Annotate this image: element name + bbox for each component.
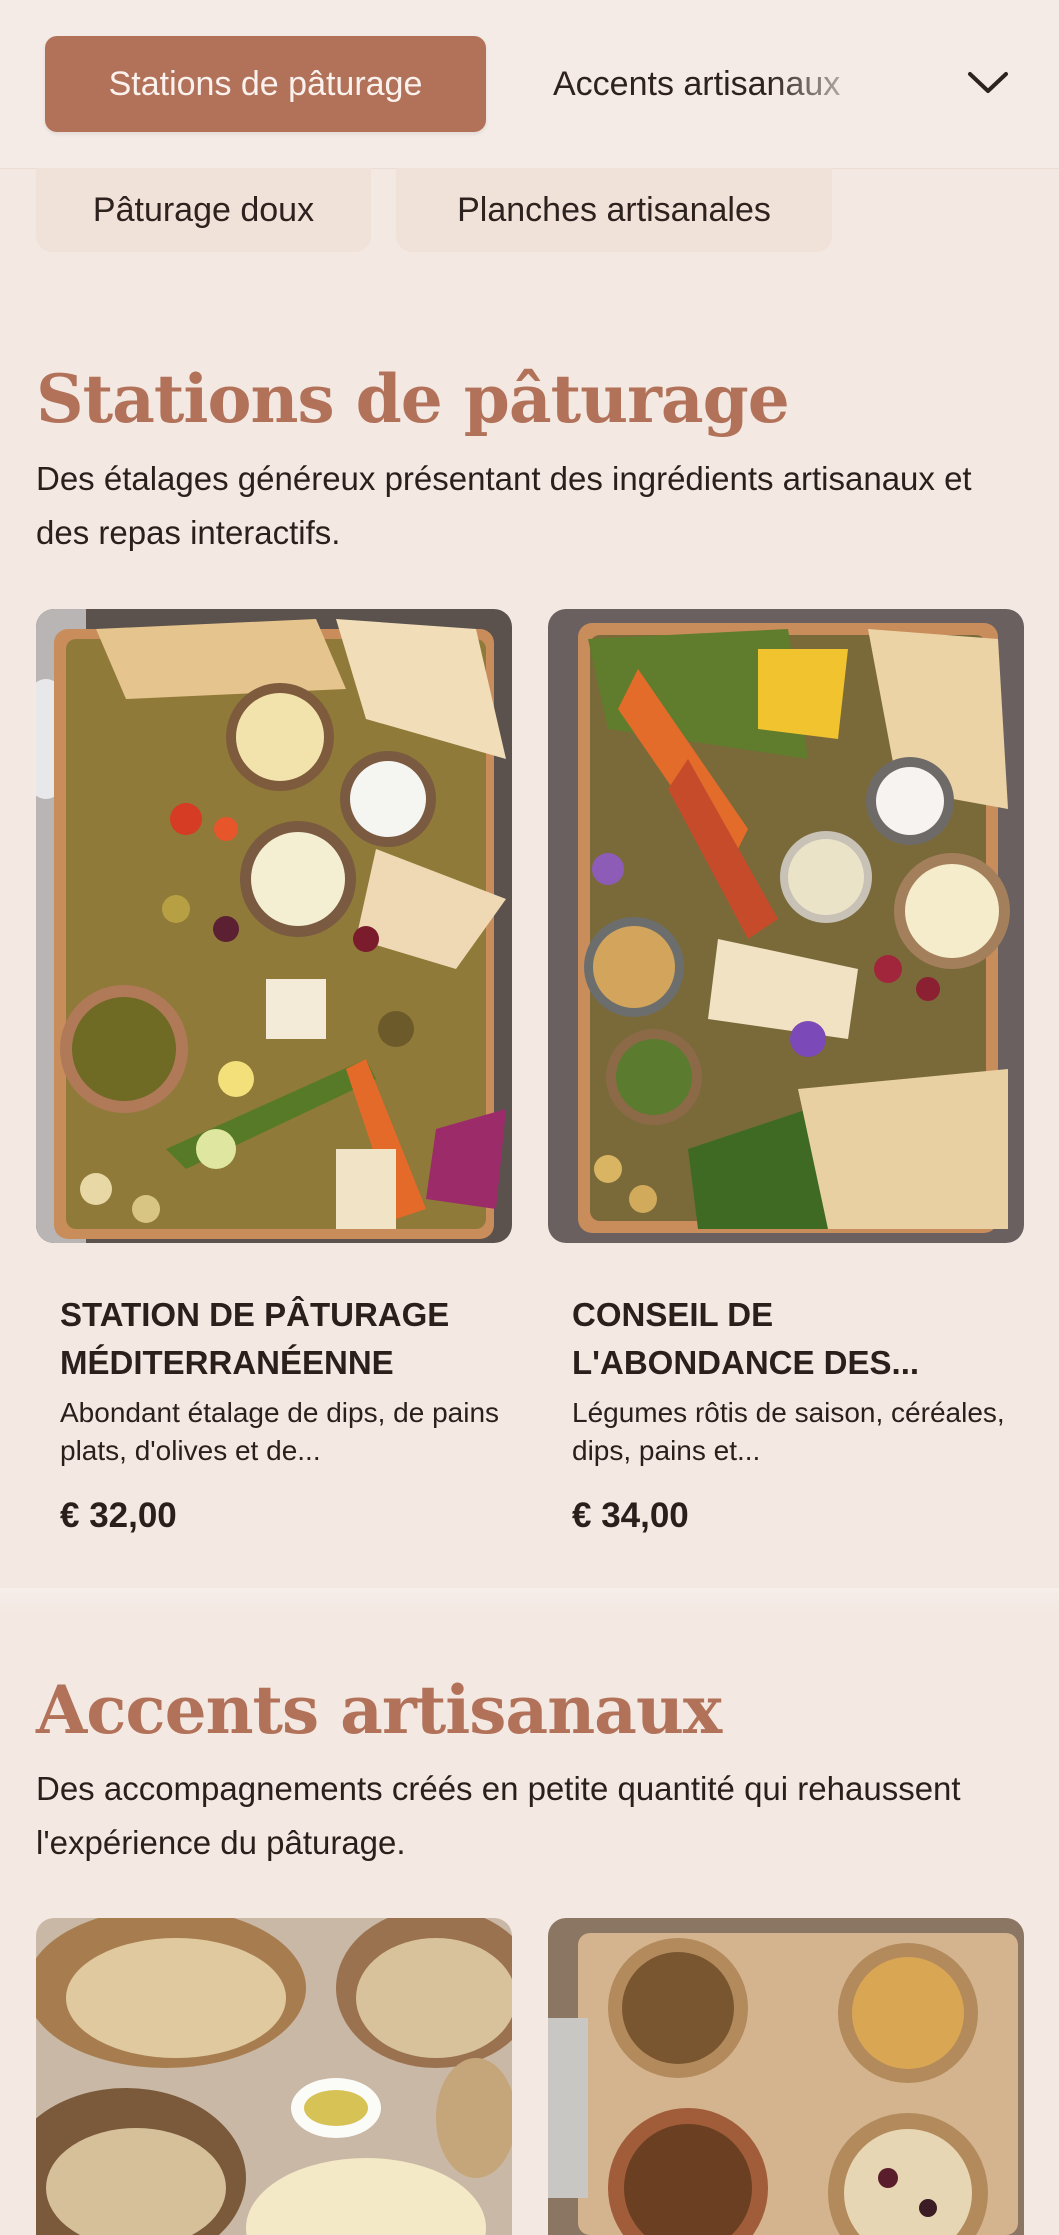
item-description: Abondant étalage de dips, de pains plats… <box>60 1397 500 1466</box>
section-description: Des accompagnements créés en petite quan… <box>36 1770 961 1861</box>
roasted-vegetable-board-photo <box>548 609 1024 1243</box>
chevron-down-icon <box>968 72 1008 93</box>
tab-stations-de-paturage[interactable]: Stations de pâturage <box>45 36 486 132</box>
item-title: CONSEIL DE L'ABONDANCE DES... <box>572 1296 920 1381</box>
item-description: Légumes rôtis de saison, céréales, dips,… <box>572 1397 1005 1466</box>
mixed-nuts-bowls-photo <box>548 1918 1024 2235</box>
subtab-planches-artisanales[interactable]: Planches artisanales <box>396 168 832 252</box>
section-description: Des étalages généreux présentant des ing… <box>36 460 972 551</box>
subtab-paturage-doux[interactable]: Pâturage doux <box>36 168 371 252</box>
tab-accents-artisanaux[interactable]: Accents artisanaux <box>553 36 840 132</box>
category-nav: Stations de pâturage Accents artisanaux <box>0 0 1059 169</box>
artisan-bread-butter-photo <box>36 1918 512 2235</box>
item-price: € 32,00 <box>60 1496 177 1535</box>
item-title: STATION DE PÂTURAGE MÉDITERRANÉENNE <box>60 1296 450 1381</box>
section-title: Accents artisanaux <box>36 1671 722 1749</box>
item-price: € 34,00 <box>572 1496 689 1535</box>
mediterranean-grazing-board-photo <box>36 609 512 1243</box>
section-title: Stations de pâturage <box>36 360 790 438</box>
category-dropdown-button[interactable] <box>948 50 1028 116</box>
section-divider <box>0 1588 1059 1614</box>
